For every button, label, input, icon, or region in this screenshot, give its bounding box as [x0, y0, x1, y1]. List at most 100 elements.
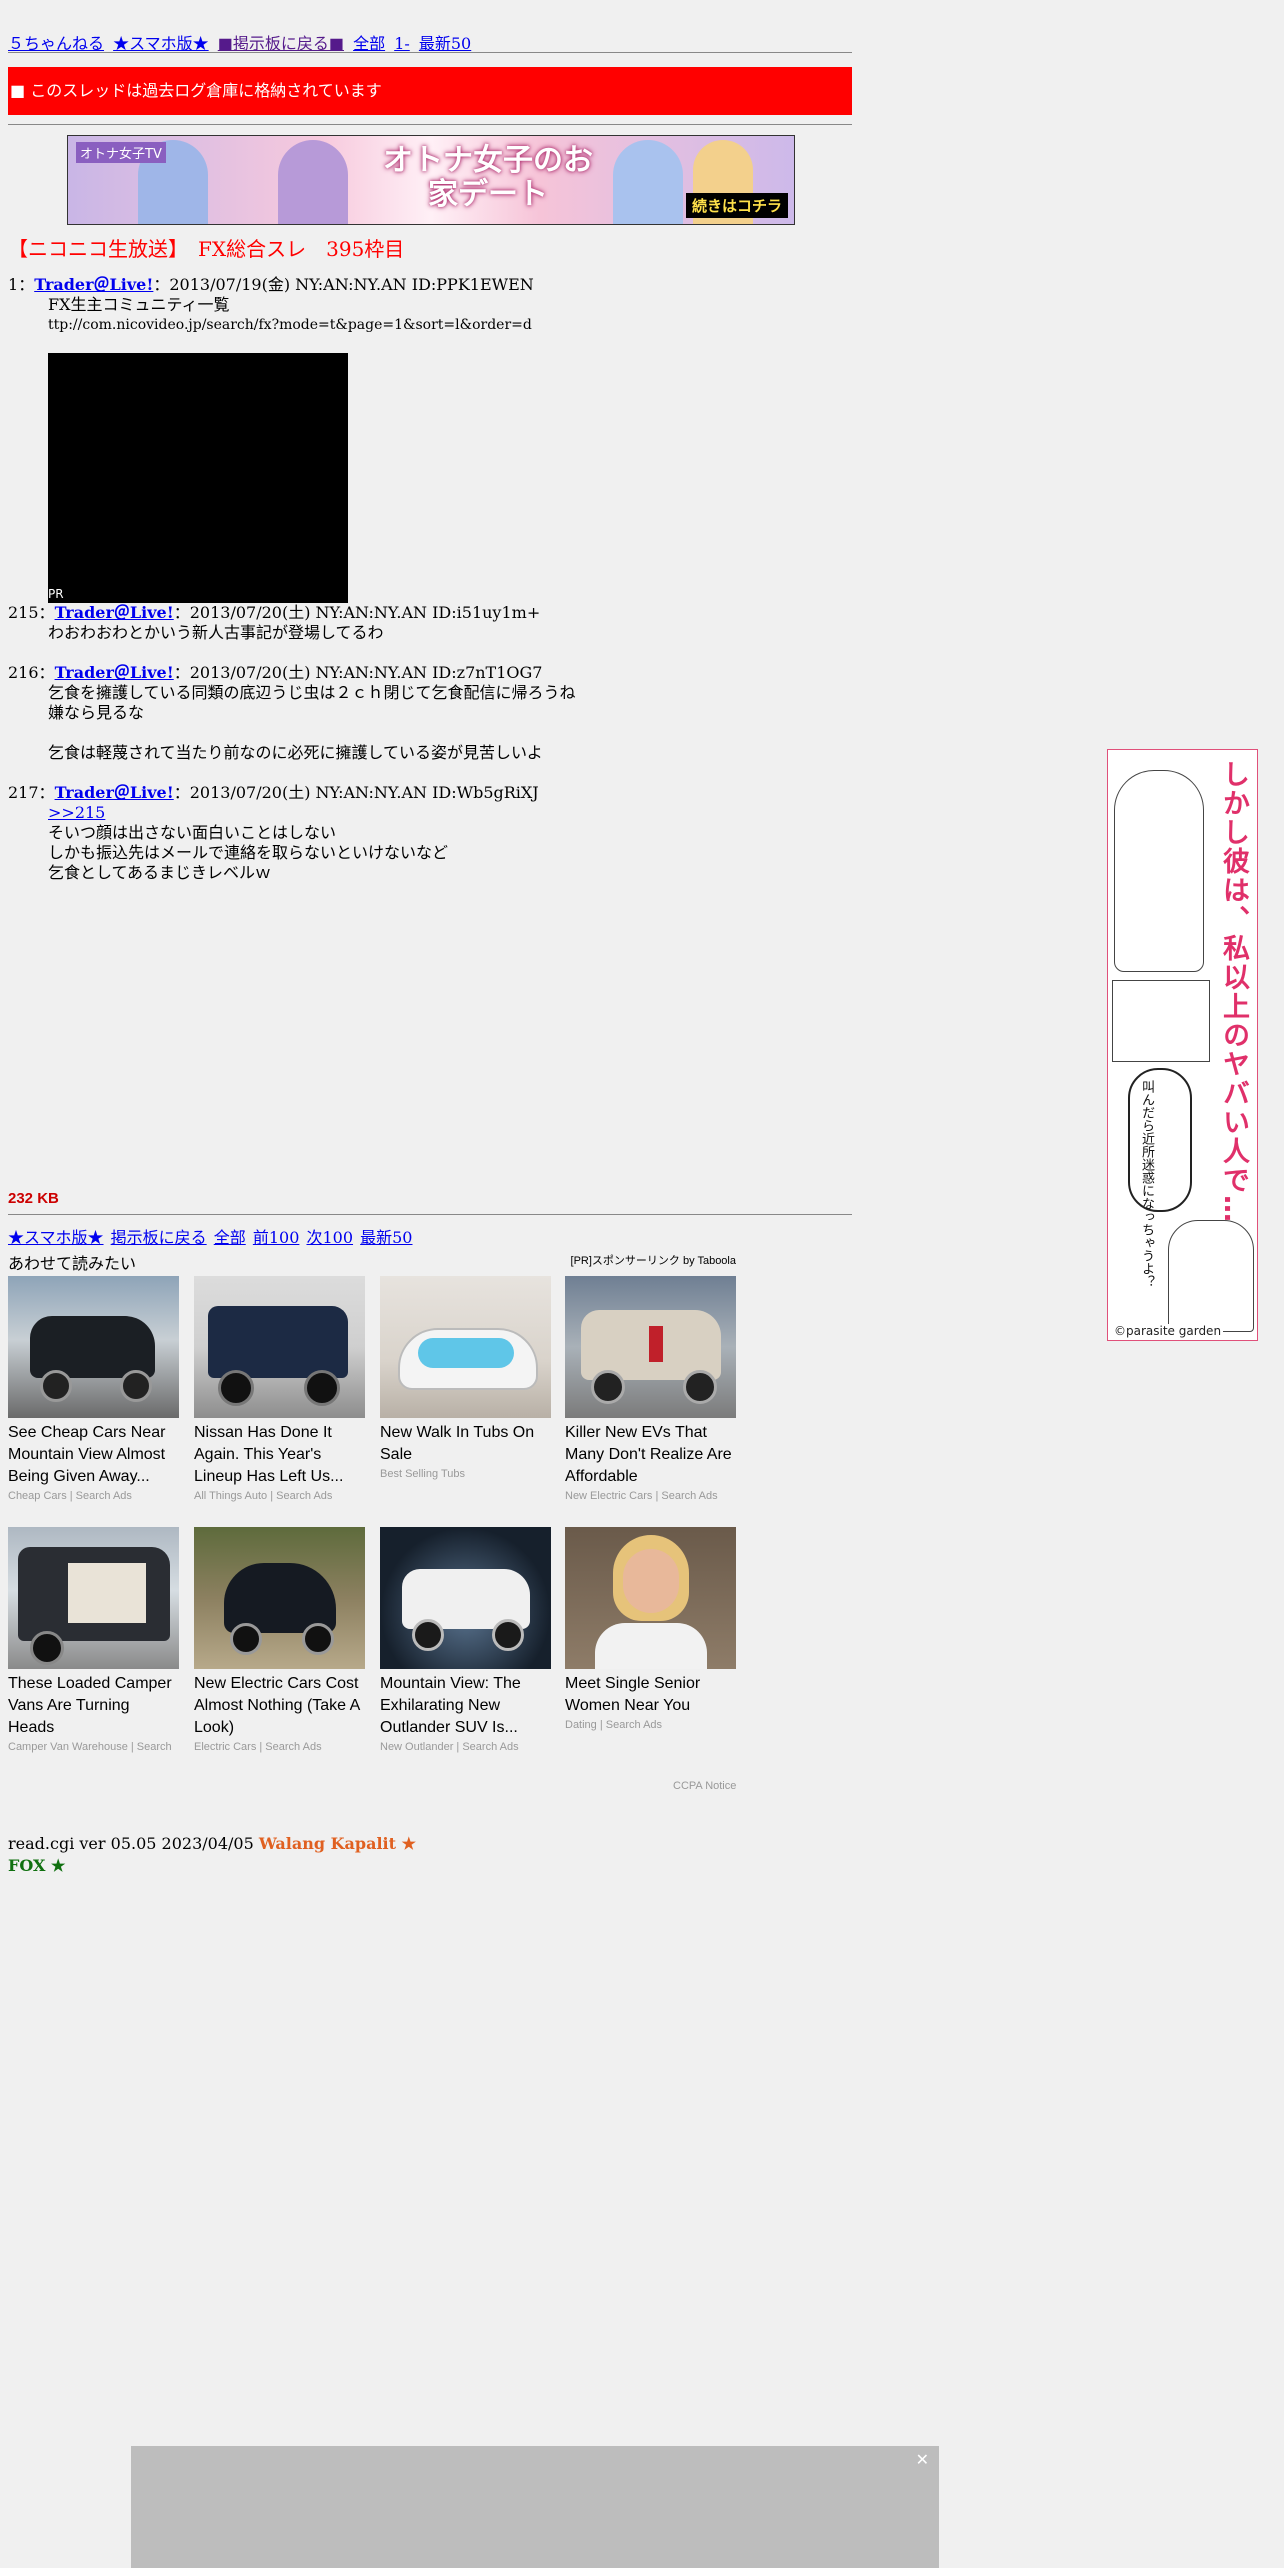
archived-notice: ■ このスレッドは過去ログ倉庫に格納されています [8, 67, 852, 115]
sponsor-label[interactable]: [PR]スポンサーリンク by Taboola [571, 1252, 736, 1268]
card-image[interactable] [565, 1527, 736, 1669]
next-100-link[interactable]: 次100 [306, 1228, 353, 1247]
post: 216：Trader＠Live!：2013/07/20(土) NY:AN:NY.… [8, 663, 576, 763]
reply-anchor-link[interactable]: >>215 [48, 803, 105, 822]
taboola-header: あわせて読みたい [PR]スポンサーリンク by Taboola [8, 1250, 736, 1274]
video-ad[interactable] [48, 353, 348, 603]
card-source: Best Selling Tubs [380, 1468, 465, 1480]
banner-cta[interactable]: 続きはコチラ [685, 193, 788, 218]
sponsored-card[interactable]: Mountain View: The Exhilarating New Outl… [380, 1527, 551, 1753]
card-title[interactable]: Killer New EVs That Many Don't Realize A… [565, 1422, 736, 1488]
latest-50-link[interactable]: 最新50 [360, 1228, 412, 1247]
latest-50-link[interactable]: 最新50 [419, 34, 471, 53]
post: 215：Trader＠Live!：2013/07/20(土) NY:AN:NY.… [8, 603, 540, 643]
post-number: 216 [8, 663, 39, 682]
post-meta: ：2013/07/20(土) NY:AN:NY.AN ID:Wb5gRiXJ [173, 783, 539, 802]
post-line: 乞食としてあるまじきレベルｗ [48, 863, 272, 882]
card-title[interactable]: Nissan Has Done It Again. This Year's Li… [194, 1422, 365, 1488]
banner-ad[interactable]: オトナ女子TV オトナ女子のお家デート 続きはコチラ [67, 135, 795, 225]
post-line: FX生主コミュニティ一覧 [48, 295, 230, 314]
sponsored-card[interactable]: Killer New EVs That Many Don't Realize A… [565, 1276, 736, 1502]
manga-panel [1112, 980, 1210, 1062]
poster-name-link[interactable]: Trader＠Live! [55, 783, 174, 802]
all-posts-link[interactable]: 全部 [214, 1228, 246, 1247]
post-body: 乞食を擁護している同類の底辺うじ虫は２ｃｈ閉じて乞食配信に帰ろうね 嫌なら見るな… [48, 683, 576, 763]
sponsored-card[interactable]: Meet Single Senior Women Near You Dating… [565, 1527, 736, 1731]
post-body: FX生主コミュニティ一覧 ttp://com.nicovideo.jp/sear… [48, 295, 534, 335]
all-posts-link[interactable]: 全部 [353, 34, 385, 53]
post-separator: ： [18, 275, 35, 294]
post-meta: ：2013/07/20(土) NY:AN:NY.AN ID:z7nT1OG7 [173, 663, 543, 682]
speech-bubble-text: 叫んだら近所迷惑になっちゃうよ？ [1139, 1080, 1154, 1288]
sponsored-card[interactable]: These Loaded Camper Vans Are Turning Hea… [8, 1527, 179, 1753]
back-to-board-link[interactable]: ■掲示板に戻る■ [218, 34, 344, 53]
post-line: ttp://com.nicovideo.jp/search/fx?mode=t&… [48, 317, 532, 333]
post: 1：Trader＠Live!：2013/07/19(金) NY:AN:NY.AN… [8, 275, 534, 335]
card-source: New Outlander | Search Ads [380, 1741, 519, 1753]
post-line: 乞食は軽蔑されて当たり前なのに必死に擁護している姿が見苦しいよ [48, 743, 543, 762]
post-line [48, 723, 576, 743]
divider [8, 124, 852, 125]
footer: read.cgi ver 05.05 2023/04/05 Walang Kap… [8, 1833, 416, 1877]
card-image[interactable] [380, 1527, 551, 1669]
card-title[interactable]: See Cheap Cars Near Mountain View Almost… [8, 1422, 179, 1488]
smartphone-link[interactable]: ★スマホ版★ [8, 1228, 104, 1247]
post-line: 乞食を擁護している同類の底辺うじ虫は２ｃｈ閉じて乞食配信に帰ろうね [48, 683, 576, 702]
card-title[interactable]: New Electric Cars Cost Almost Nothing (T… [194, 1673, 365, 1739]
post-number: 1 [8, 275, 19, 294]
poster-name-link[interactable]: Trader＠Live! [55, 603, 174, 622]
ccpa-notice-link[interactable]: CCPA Notice [673, 1780, 736, 1792]
thread-title: 【ニコニコ生放送】 FX総合スレ 395枠目 [8, 237, 405, 261]
anime-character-image [278, 140, 348, 224]
post-number: 217 [8, 783, 39, 802]
sponsored-card[interactable]: See Cheap Cars Near Mountain View Almost… [8, 1276, 179, 1502]
poster-name-link[interactable]: Trader＠Live! [55, 663, 174, 682]
card-image[interactable] [565, 1276, 736, 1418]
smartphone-link[interactable]: ★スマホ版★ [113, 34, 209, 53]
manga-panel [1168, 1220, 1254, 1332]
manga-side-ad[interactable]: しかし彼は、私以上のヤバい人で… 叫んだら近所迷惑になっちゃうよ？ ©paras… [1107, 749, 1258, 1341]
card-source: Camper Van Warehouse | Search [8, 1741, 172, 1753]
manga-headline: しかし彼は、私以上のヤバい人で… [1218, 760, 1249, 1224]
card-source: All Things Auto | Search Ads [194, 1490, 333, 1502]
card-image[interactable] [380, 1276, 551, 1418]
post-body: >>215 そいつ顔は出さない面白いことはしない しかも振込先はメールで連絡を取… [48, 803, 539, 883]
card-image[interactable] [194, 1276, 365, 1418]
bottom-sticky-ad[interactable]: ✕ [131, 2446, 939, 2568]
post-separator: ： [38, 663, 55, 682]
site-link[interactable]: ５ちゃんねる [8, 34, 104, 53]
divider [8, 1214, 852, 1215]
walang-kapalit-label: Walang Kapalit ★ [258, 1834, 416, 1853]
post-line: そいつ顔は出さない面白いことはしない [48, 823, 337, 842]
sponsored-card[interactable]: New Walk In Tubs On Sale Best Selling Tu… [380, 1276, 551, 1480]
card-source: Electric Cars | Search Ads [194, 1741, 322, 1753]
pr-label: PR [48, 587, 64, 601]
sponsored-card[interactable]: New Electric Cars Cost Almost Nothing (T… [194, 1527, 365, 1753]
manga-panel [1114, 770, 1204, 972]
card-title[interactable]: These Loaded Camper Vans Are Turning Hea… [8, 1673, 179, 1739]
post-line: わおわおわとかいう新人古事記が登場してるわ [48, 623, 384, 642]
post-number: 215 [8, 603, 39, 622]
card-source: New Electric Cars | Search Ads [565, 1490, 718, 1502]
card-image[interactable] [194, 1527, 365, 1669]
post-meta: ：2013/07/20(土) NY:AN:NY.AN ID:i51uy1m+ [173, 603, 541, 622]
post: 217：Trader＠Live!：2013/07/20(土) NY:AN:NY.… [8, 783, 539, 883]
prev-100-link[interactable]: 前100 [253, 1228, 300, 1247]
card-title[interactable]: New Walk In Tubs On Sale [380, 1422, 551, 1466]
card-source: Dating | Search Ads [565, 1719, 663, 1731]
card-source: Cheap Cars | Search Ads [8, 1490, 132, 1502]
card-title[interactable]: Mountain View: The Exhilarating New Outl… [380, 1673, 551, 1739]
card-image[interactable] [8, 1276, 179, 1418]
bottom-nav: ★スマホ版★ 掲示板に戻る 全部 前100 次100 最新50 [8, 1224, 415, 1248]
card-title[interactable]: Meet Single Senior Women Near You [565, 1673, 736, 1717]
poster-name-link[interactable]: Trader＠Live! [34, 275, 153, 294]
sponsored-card[interactable]: Nissan Has Done It Again. This Year's Li… [194, 1276, 365, 1502]
banner-tag: オトナ女子TV [76, 142, 166, 163]
post-header: 216：Trader＠Live!：2013/07/20(土) NY:AN:NY.… [8, 663, 576, 683]
divider [8, 52, 852, 53]
card-image[interactable] [8, 1527, 179, 1669]
back-to-board-link[interactable]: 掲示板に戻る [111, 1228, 207, 1247]
post-line: 嫌なら見るな [48, 703, 145, 722]
close-icon[interactable]: ✕ [916, 2450, 929, 2469]
first-posts-link[interactable]: 1- [394, 34, 410, 53]
